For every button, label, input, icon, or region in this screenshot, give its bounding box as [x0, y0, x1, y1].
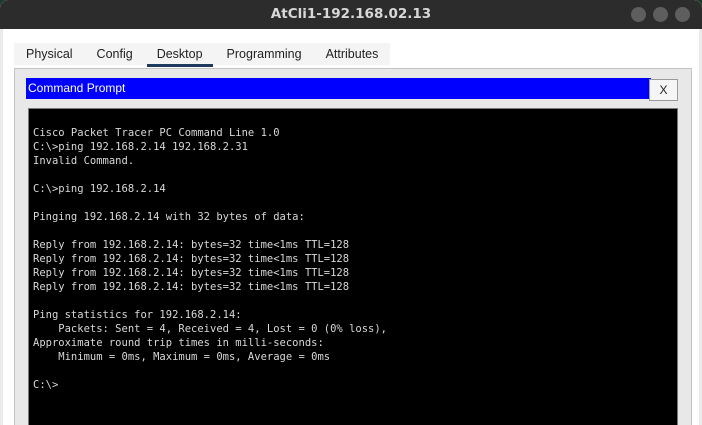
terminal-line: Invalid Command. — [33, 155, 135, 167]
command-prompt-title: Command Prompt — [26, 78, 651, 99]
terminal-line: Ping statistics for 192.168.2.14: — [33, 309, 242, 321]
terminal-line: Minimum = 0ms, Maximum = 0ms, Average = … — [33, 351, 331, 363]
tab-desktop[interactable]: Desktop — [145, 43, 215, 67]
command-prompt-close-button[interactable]: X — [649, 79, 678, 101]
maximize-button[interactable] — [653, 7, 668, 22]
terminal-line: Approximate round trip times in milli-se… — [33, 337, 324, 349]
terminal-line: Packets: Sent = 4, Received = 4, Lost = … — [33, 323, 388, 335]
terminal-line: Reply from 192.168.2.14: bytes=32 time<1… — [33, 281, 350, 293]
window-title: AtCli1-192.168.02.13 — [270, 6, 432, 22]
terminal-line: Reply from 192.168.2.14: bytes=32 time<1… — [33, 267, 350, 279]
title-bar[interactable]: AtCli1-192.168.02.13 — [0, 0, 702, 29]
tab-programming[interactable]: Programming — [215, 43, 314, 65]
tab-attributes[interactable]: Attributes — [314, 43, 391, 65]
tab-physical[interactable]: Physical — [14, 43, 85, 65]
terminal[interactable]: Cisco Packet Tracer PC Command Line 1.0 … — [28, 108, 678, 425]
terminal-line: Cisco Packet Tracer PC Command Line 1.0 — [33, 127, 280, 139]
terminal-line: C:\>ping 192.168.2.14 — [33, 183, 166, 195]
minimize-button[interactable] — [631, 7, 646, 22]
terminal-line: Reply from 192.168.2.14: bytes=32 time<1… — [33, 253, 350, 265]
close-window-button[interactable] — [675, 7, 690, 22]
terminal-line: C:\> — [33, 379, 59, 391]
tab-config[interactable]: Config — [85, 43, 145, 65]
terminal-line: Reply from 192.168.2.14: bytes=32 time<1… — [33, 239, 350, 251]
terminal-line: Pinging 192.168.2.14 with 32 bytes of da… — [33, 211, 305, 223]
terminal-output: Cisco Packet Tracer PC Command Line 1.0 … — [33, 126, 387, 392]
tab-bar: Physical Config Desktop Programming Attr… — [14, 43, 391, 67]
terminal-line: C:\>ping 192.168.2.14 192.168.2.31 — [33, 141, 248, 153]
device-window: AtCli1-192.168.02.13 Physical Config Des… — [0, 0, 702, 425]
